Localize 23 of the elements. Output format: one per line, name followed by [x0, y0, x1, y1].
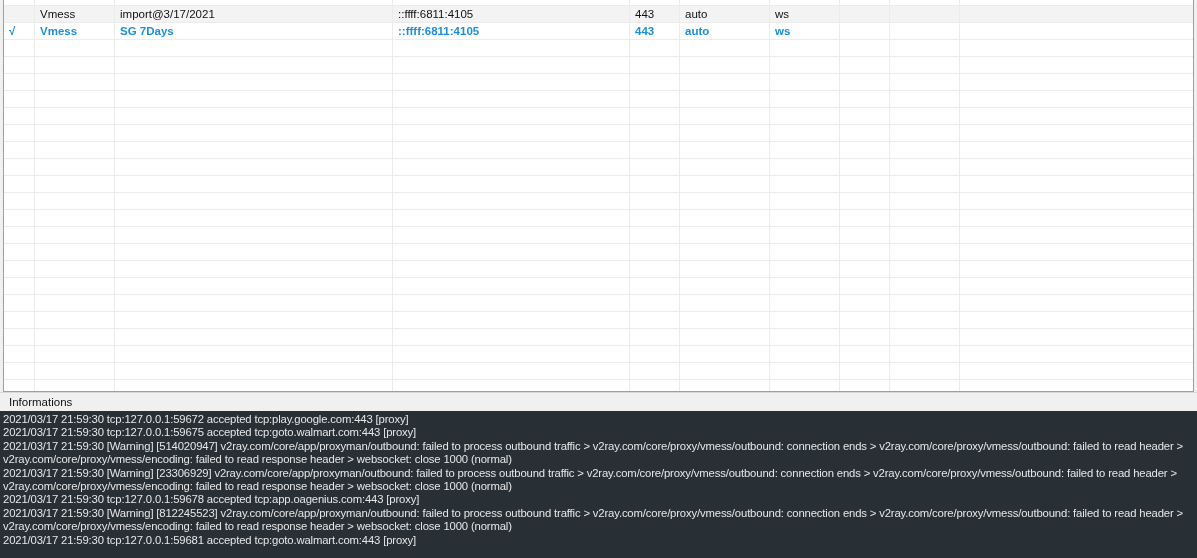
table-cell: Vmess — [40, 25, 78, 37]
server-row[interactable]: Vmess import@3/17/2021 ::ffff:6811:4105 443 auto ws — [4, 6, 1193, 23]
server-row[interactable]: √ Vmess SG 7Days ::ffff:6811:4105 443 auto ws — [4, 23, 1193, 40]
table-cell: SG 7Days — [120, 25, 174, 37]
log-entry: 2021/03/17 21:59:30 [Warning] [23306929] v2ray.com/core/app/proxyman/outbound: failed to process outbound traffic > v2ray.com/core/proxy/vmess/outbound: connection ends > v2ray.com/core/proxy/vmess/outbound: failed to read header > v2ray.com/core/proxy/vmess/encoding: failed to read response header > websocket: close 1000 (normal) — [3, 466, 1178, 494]
table-cell: auto — [685, 8, 708, 20]
log-entry: 2021/03/17 21:59:30 tcp:127.0.0.1:59675 accepted tcp:goto.walmart.com:443 [proxy] — [3, 426, 418, 440]
log-entry: 2021/03/17 21:59:30 tcp:127.0.0.1:59672 accepted tcp:play.google.com:443 [proxy] — [3, 413, 410, 427]
log-entry: 2021/03/17 21:59:30 [Warning] [514020947] v2ray.com/core/app/proxyman/outbound: failed to process outbound traffic > v2ray.com/core/proxy/vmess/outbound: connection ends > v2ray.com/core/proxy/vmess/outbound: failed to read header > v2ray.com/core/proxy/vmess/encoding: failed to read response header > websocket: close 1000 (normal) — [3, 439, 1185, 467]
table-cell: ws — [775, 8, 790, 20]
table-cell: ::ffff:6811:4105 — [398, 8, 474, 20]
check-mark: √ — [9, 25, 16, 37]
table-cell: 443 — [635, 8, 655, 20]
table-cell: auto — [685, 25, 710, 37]
table-cell: ws — [775, 25, 791, 37]
table-cell: ::ffff:6811:4105 — [398, 25, 480, 37]
panel-title: Informations — [8, 396, 74, 408]
log-entry: 2021/03/17 21:59:30 [Warning] [812245523] v2ray.com/core/app/proxyman/outbound: failed to process outbound traffic > v2ray.com/core/proxy/vmess/outbound: connection ends > v2ray.com/core/proxy/vmess/outbound: failed to read header > v2ray.com/core/proxy/vmess/encoding: failed to read response header > websocket: close 1000 (normal) — [3, 506, 1185, 534]
table-cell: Vmess — [40, 8, 76, 20]
table-cell: 443 — [635, 25, 655, 37]
log-entry: 2021/03/17 21:59:30 tcp:127.0.0.1:59678 accepted tcp:app.oagenius.com:443 [proxy] — [3, 493, 421, 507]
table-cell: import@3/17/2021 — [120, 8, 215, 20]
log-entry: 2021/03/17 21:59:30 tcp:127.0.0.1:59681 accepted tcp:goto.walmart.com:443 [proxy] — [3, 533, 418, 548]
